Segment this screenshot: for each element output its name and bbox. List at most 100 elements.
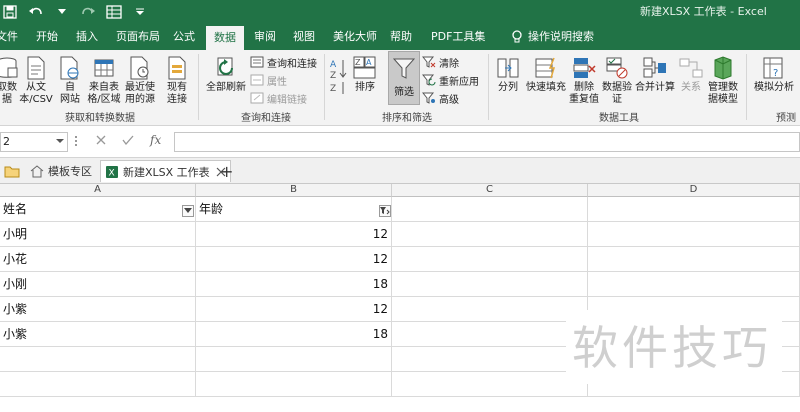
tell-me-search[interactable]: 操作说明搜索 bbox=[512, 24, 594, 50]
customize-qat-icon[interactable] bbox=[130, 2, 150, 22]
undo-dropdown-icon[interactable] bbox=[52, 2, 72, 22]
save-icon[interactable] bbox=[0, 2, 20, 22]
cell-c1[interactable] bbox=[392, 197, 588, 222]
age-cell[interactable]: 12 bbox=[196, 297, 392, 322]
group-separator bbox=[746, 54, 747, 120]
properties-button[interactable]: 属性 bbox=[250, 72, 287, 88]
text-to-columns-button[interactable]: 分列 bbox=[494, 56, 522, 94]
empty-cell[interactable] bbox=[588, 222, 800, 247]
column-header-a[interactable]: A bbox=[0, 184, 196, 197]
edit-links-button[interactable]: 编辑链接 bbox=[250, 90, 307, 106]
recent-sources-button[interactable]: 最近使 用的源 bbox=[122, 56, 158, 106]
from-web-label-1: 自 bbox=[65, 82, 75, 93]
tab-beautify[interactable]: 美化大师 bbox=[333, 24, 377, 50]
form-icon[interactable] bbox=[104, 2, 124, 22]
clear-filter-button[interactable]: 清除 bbox=[422, 54, 459, 70]
reapply-button[interactable]: 重新应用 bbox=[422, 72, 479, 88]
consolidate-button[interactable]: 合并计算 bbox=[633, 56, 677, 94]
relationships-button[interactable]: 关系 bbox=[678, 56, 704, 94]
column-header-b[interactable]: B bbox=[196, 184, 392, 197]
formula-input[interactable] bbox=[174, 132, 800, 152]
age-cell[interactable]: 12 bbox=[196, 222, 392, 247]
tab-home[interactable]: 开始 bbox=[36, 24, 58, 50]
tab-pdf-tools[interactable]: PDF工具集 bbox=[431, 24, 485, 50]
tab-help[interactable]: 帮助 bbox=[390, 24, 412, 50]
from-text-csv-button[interactable]: 从文 本/CSV bbox=[18, 56, 54, 106]
name-cell[interactable]: 小花 bbox=[0, 247, 196, 272]
tab-page-layout[interactable]: 页面布局 bbox=[116, 24, 160, 50]
empty-cell[interactable] bbox=[392, 347, 588, 372]
active-filter-icon[interactable] bbox=[379, 205, 391, 217]
what-if-analysis-button[interactable]: ? 模拟分析 bbox=[750, 56, 798, 94]
folder-icon[interactable] bbox=[4, 160, 20, 182]
cell-d1[interactable] bbox=[588, 197, 800, 222]
empty-cell[interactable] bbox=[196, 347, 392, 372]
undo-icon[interactable] bbox=[26, 2, 46, 22]
empty-cell[interactable] bbox=[196, 372, 392, 397]
sort-icon: ZA bbox=[353, 56, 376, 79]
column-header-d[interactable]: D bbox=[588, 184, 800, 197]
age-cell[interactable]: 18 bbox=[196, 322, 392, 347]
age-cell[interactable]: 12 bbox=[196, 247, 392, 272]
sort-ascending-button[interactable]: AZZ bbox=[328, 56, 348, 100]
name-cell[interactable]: 小刚 bbox=[0, 272, 196, 297]
title-bar: 新建XLSX 工作表 - Excel bbox=[0, 0, 800, 24]
empty-cell[interactable] bbox=[0, 372, 196, 397]
filter-button[interactable]: 筛选 bbox=[388, 51, 420, 105]
workbook-tab-active[interactable]: X 新建XLSX 工作表 bbox=[100, 160, 231, 182]
data-model-icon bbox=[714, 56, 732, 80]
formula-bar: 2 fx bbox=[0, 126, 800, 158]
refresh-all-button[interactable]: 全部刷新 bbox=[204, 56, 248, 94]
manage-data-model-label-1: 管理数 bbox=[708, 82, 738, 93]
name-cell[interactable]: 小紫 bbox=[0, 297, 196, 322]
empty-cell[interactable] bbox=[588, 247, 800, 272]
enter-icon[interactable] bbox=[122, 134, 134, 148]
empty-cell[interactable] bbox=[392, 372, 588, 397]
cell-b1[interactable]: 年龄 bbox=[196, 197, 392, 222]
tab-insert[interactable]: 插入 bbox=[76, 24, 98, 50]
flash-fill-button[interactable]: 快速填充 bbox=[524, 56, 568, 94]
empty-cell[interactable] bbox=[0, 347, 196, 372]
from-table-range-button[interactable]: 来自表 格/区域 bbox=[86, 56, 122, 106]
more-options-icon[interactable] bbox=[74, 135, 78, 150]
filter-dropdown-icon[interactable] bbox=[182, 205, 194, 217]
data-validation-icon bbox=[606, 57, 628, 79]
name-cell[interactable]: 小紫 bbox=[0, 322, 196, 347]
properties-label: 属性 bbox=[267, 76, 287, 88]
manage-data-model-button[interactable]: 管理数 据模型 bbox=[704, 56, 742, 106]
column-header-c[interactable]: C bbox=[392, 184, 588, 197]
data-validation-label-1: 数据验 bbox=[602, 82, 632, 93]
from-text-label-2: 本/CSV bbox=[19, 94, 53, 105]
group-separator bbox=[324, 54, 325, 120]
tab-view[interactable]: 视图 bbox=[293, 24, 315, 50]
remove-duplicates-button[interactable]: 删除 重复值 bbox=[568, 56, 600, 106]
add-tab-button[interactable]: + bbox=[220, 160, 233, 182]
cell-a1[interactable]: 姓名 bbox=[0, 197, 196, 222]
name-cell[interactable]: 小明 bbox=[0, 222, 196, 247]
empty-cell[interactable] bbox=[392, 322, 588, 347]
advanced-filter-button[interactable]: 高级 bbox=[422, 90, 459, 106]
templates-tab[interactable]: 模板专区 bbox=[30, 160, 92, 182]
templates-tab-label: 模板专区 bbox=[48, 165, 92, 178]
empty-cell[interactable] bbox=[392, 247, 588, 272]
tab-data[interactable]: 数据 bbox=[206, 26, 244, 50]
empty-cell[interactable] bbox=[392, 222, 588, 247]
tab-review[interactable]: 审阅 bbox=[254, 24, 276, 50]
existing-connections-button[interactable]: 现有 连接 bbox=[162, 56, 192, 106]
from-web-button[interactable]: 自 网站 bbox=[56, 56, 84, 106]
insert-function-icon[interactable]: fx bbox=[150, 133, 161, 147]
empty-cell[interactable] bbox=[588, 272, 800, 297]
empty-cell[interactable] bbox=[392, 272, 588, 297]
from-table-label-2: 格/区域 bbox=[87, 94, 121, 105]
redo-icon[interactable] bbox=[78, 2, 98, 22]
cancel-icon[interactable] bbox=[96, 134, 106, 148]
tab-file[interactable]: 文件 bbox=[0, 24, 18, 50]
data-validation-button[interactable]: 数据验 证 bbox=[600, 56, 634, 106]
get-data-button[interactable]: 取数 据 bbox=[0, 56, 20, 106]
sort-button[interactable]: ZA 排序 bbox=[350, 56, 380, 94]
tab-formulas[interactable]: 公式 bbox=[173, 24, 195, 50]
age-cell[interactable]: 18 bbox=[196, 272, 392, 297]
empty-cell[interactable] bbox=[392, 297, 588, 322]
name-box-dropdown-icon[interactable] bbox=[56, 139, 64, 143]
queries-connections-button[interactable]: 查询和连接 bbox=[250, 54, 317, 70]
